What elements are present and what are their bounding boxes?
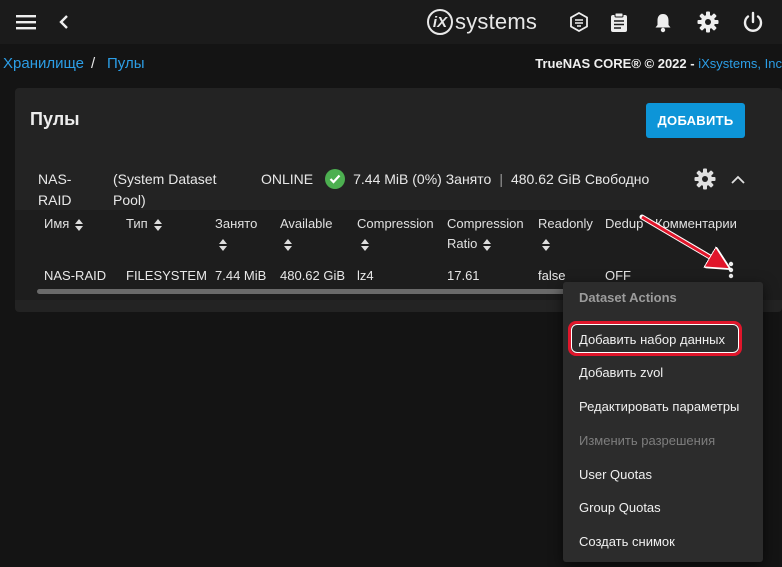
cell-readonly: false: [538, 268, 566, 283]
column-header-type[interactable]: Тип: [126, 214, 162, 234]
column-header-label: Тип: [126, 216, 148, 231]
pool-header: NAS-RAID (System Dataset Pool) ONLINE 7.…: [15, 154, 782, 210]
column-header-label: Readonly: [538, 216, 593, 231]
clipboard-icon[interactable]: [608, 10, 630, 34]
pool-status: ONLINE 7.44 MiB (0%) Занято | 480.62 GiB…: [261, 169, 649, 189]
add-pool-button[interactable]: ДОБАВИТЬ: [646, 103, 745, 138]
chevron-left-icon[interactable]: [55, 11, 73, 33]
column-header-compression[interactable]: Compression: [357, 214, 442, 254]
pool-subtitle: (System Dataset Pool): [113, 171, 217, 208]
menu-item-add-zvol[interactable]: Добавить zvol: [579, 365, 663, 380]
pool-settings-gear-icon[interactable]: [693, 167, 717, 191]
menu-header: Dataset Actions: [579, 290, 677, 305]
annotation-arrow: [639, 214, 746, 274]
menu-item-edit-permissions: Изменить разрешения: [579, 433, 716, 448]
sort-icon: [542, 238, 550, 251]
logo-text: systems: [455, 9, 538, 34]
menu-item-create-snapshot[interactable]: Создать снимок: [579, 534, 675, 549]
annotation-highlight-inner: [571, 324, 739, 353]
copyright-prefix: TrueNAS CORE® © 2022 -: [535, 56, 699, 71]
pool-status-label: ONLINE: [261, 171, 314, 187]
breadcrumb-separator: /: [91, 55, 96, 72]
column-header-readonly[interactable]: Readonly: [538, 214, 600, 254]
ixsystems-logo: iX systems: [427, 8, 537, 36]
sort-icon: [361, 238, 369, 251]
pool-free: 480.62 GiB Свободно: [510, 171, 650, 187]
breadcrumb-pools[interactable]: Пулы: [107, 55, 145, 72]
column-header-used[interactable]: Занято: [215, 214, 270, 254]
cell-ratio: 17.61: [447, 268, 480, 283]
sort-icon: [284, 238, 292, 251]
copyright-link[interactable]: iXsystems, Inc: [698, 56, 782, 71]
sort-icon: [75, 218, 84, 231]
chevron-up-icon[interactable]: [728, 169, 748, 189]
cell-available: 480.62 GiB: [280, 268, 346, 283]
cell-name: NAS-RAID: [44, 268, 107, 283]
check-circle-icon: [325, 169, 346, 189]
pools-card: Пулы ДОБАВИТЬ NAS-RAID (System Dataset P…: [15, 88, 782, 312]
column-header-label: Available: [280, 216, 333, 231]
menu-item-user-quotas[interactable]: User Quotas: [579, 467, 652, 482]
breadcrumb: Хранилище / Пулы TrueNAS CORE® © 2022 - …: [0, 44, 782, 82]
pool-name: NAS-RAID: [38, 171, 72, 208]
copyright-text: TrueNAS CORE® © 2022 - iXsystems, Inc: [535, 56, 782, 71]
gear-icon[interactable]: [696, 10, 720, 34]
column-header-label: Compression: [357, 216, 434, 231]
column-header-available[interactable]: Available: [280, 214, 350, 254]
sort-icon: [219, 238, 227, 251]
horizontal-scrollbar[interactable]: [37, 289, 607, 294]
menu-item-edit-options[interactable]: Редактировать параметры: [579, 399, 739, 414]
pool-used: 7.44 MiB (0%) Занято: [353, 171, 492, 187]
column-header-label: Имя: [44, 216, 70, 231]
sort-icon: [483, 238, 492, 251]
bell-icon[interactable]: [652, 10, 674, 34]
divider: |: [499, 171, 503, 187]
column-header-label: Занято: [215, 216, 258, 231]
cell-used: 7.44 MiB: [215, 268, 267, 283]
sort-icon: [153, 218, 162, 231]
menu-item-group-quotas[interactable]: Group Quotas: [579, 500, 661, 515]
cell-type: FILESYSTEM: [126, 268, 207, 283]
breadcrumb-storage[interactable]: Хранилище: [3, 55, 84, 72]
column-header-name[interactable]: Имя: [44, 214, 84, 234]
top-toolbar: iX systems: [0, 0, 782, 44]
power-icon[interactable]: [741, 10, 765, 34]
page-title: Пулы: [30, 109, 80, 129]
cell-compression: lz4: [357, 268, 374, 283]
cell-dedup: OFF: [605, 268, 631, 283]
column-header-ratio[interactable]: Compression Ratio: [447, 214, 533, 254]
hamburger-icon[interactable]: [14, 11, 38, 33]
logo-mark: iX: [427, 9, 453, 35]
truecommand-icon[interactable]: [568, 11, 590, 33]
